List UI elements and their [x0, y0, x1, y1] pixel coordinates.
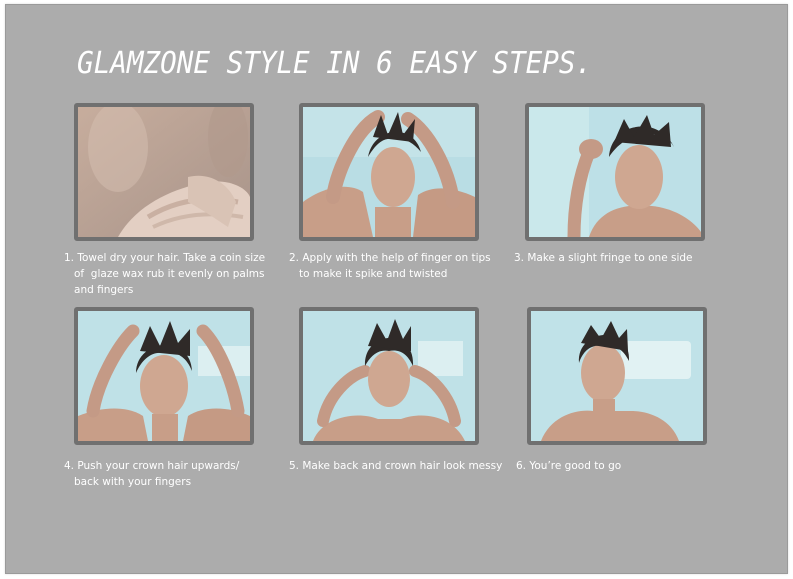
- step-1-caption: 1. Towel dry your hair. Take a coin size…: [64, 252, 266, 296]
- step-3-photo: [525, 103, 705, 241]
- step-5-caption: 5. Make back and crown hair look messy: [289, 460, 503, 472]
- step-2-caption: 2. Apply with the help of finger on tips…: [289, 252, 491, 280]
- step-4-image: [78, 311, 250, 441]
- step-3-image: [529, 107, 701, 237]
- step-2-image: [303, 107, 475, 237]
- step-1-photo: [74, 103, 254, 241]
- step-5-image: [303, 311, 475, 441]
- step-6-caption: 6. You’re good to go: [516, 460, 622, 472]
- step-5-photo: [299, 307, 479, 445]
- step-2-photo: [299, 103, 479, 241]
- step-4-photo: [74, 307, 254, 445]
- step-4-caption: 4. Push your crown hair upwards/ back wi…: [64, 460, 240, 488]
- step-1-image: [78, 107, 250, 237]
- step-6-image: [531, 311, 703, 441]
- page-title: GLAMZONE STYLE IN 6 EASY STEPS.: [77, 46, 593, 81]
- step-3-caption: 3. Make a slight fringe to one side: [514, 252, 693, 264]
- step-6-photo: [527, 307, 707, 445]
